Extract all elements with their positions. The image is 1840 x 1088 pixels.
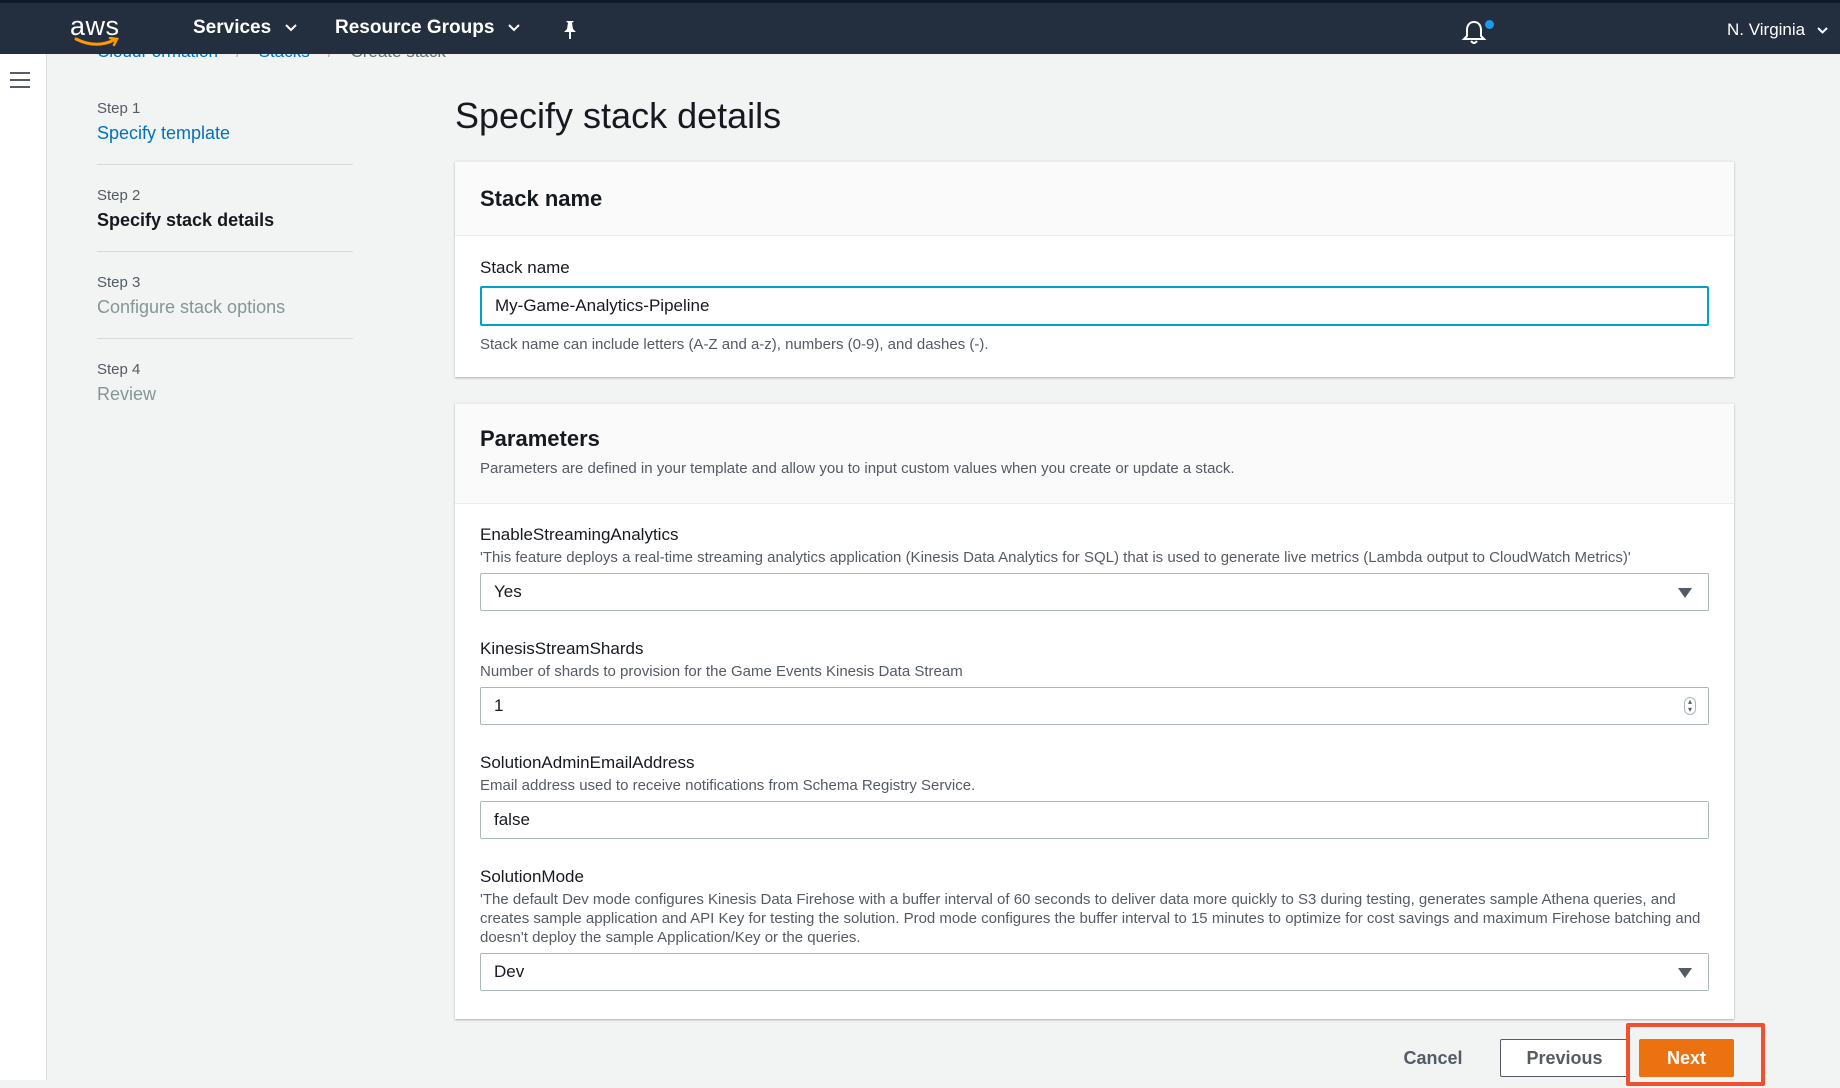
input-value: false (494, 810, 530, 829)
number-stepper[interactable]: ▴ ▾ (1684, 697, 1696, 715)
aws-logo[interactable]: aws (70, 11, 128, 49)
caret-down-icon (1678, 588, 1692, 598)
param-description: 'The default Dev mode configures Kinesis… (480, 891, 1701, 946)
region-label: N. Virginia (1727, 20, 1806, 39)
enable-streaming-analytics-select[interactable]: Yes (480, 573, 1709, 611)
stack-name-value: My-Game-Analytics-Pipeline (495, 296, 710, 315)
select-value: Dev (494, 962, 525, 981)
caret-down-icon (1678, 968, 1692, 978)
panel-subtitle: Parameters are defined in your template … (480, 460, 1235, 477)
chevron-down-icon (1817, 26, 1828, 34)
panel-title: Parameters (480, 426, 600, 451)
step-review: Review (97, 384, 157, 404)
solution-admin-email-input[interactable]: false (480, 801, 1709, 839)
aws-smile-icon (74, 37, 119, 47)
step-number: Step 1 (97, 100, 141, 117)
param-name: SolutionMode (480, 867, 584, 886)
page-title: Specify stack details (455, 95, 782, 136)
panel-title: Stack name (480, 186, 603, 211)
notifications-bell-icon[interactable] (1460, 18, 1488, 46)
cancel-button[interactable]: Cancel (1395, 1039, 1471, 1077)
param-description: Email address used to receive notificati… (480, 777, 976, 794)
stack-name-hint: Stack name can include letters (A-Z and … (480, 336, 989, 353)
step-number: Step 2 (97, 187, 141, 204)
pin-icon[interactable] (560, 19, 580, 41)
panel-header: Parameters Parameters are defined in you… (455, 404, 1734, 504)
side-navigation-rail (0, 54, 47, 1080)
stack-name-panel: Stack name Stack name My-Game-Analytics-… (455, 161, 1734, 377)
stack-name-label: Stack name (480, 258, 570, 277)
param-enable-streaming-analytics: EnableStreamingAnalytics 'This feature d… (480, 525, 1709, 611)
parameters-panel: Parameters Parameters are defined in you… (455, 403, 1734, 1019)
param-name: KinesisStreamShards (480, 639, 644, 658)
step-specify-template-link[interactable]: Specify template (97, 123, 353, 144)
step-configure-stack-options: Configure stack options (97, 297, 286, 317)
select-value: Yes (494, 582, 522, 601)
param-name: SolutionAdminEmailAddress (480, 753, 695, 772)
previous-button[interactable]: Previous (1500, 1039, 1629, 1077)
services-menu[interactable]: Services (193, 17, 297, 39)
wizard-step-2: Step 2 Specify stack details (97, 187, 353, 252)
param-solution-mode: SolutionMode 'The default Dev mode confi… (480, 867, 1709, 991)
step-number: Step 4 (97, 361, 141, 378)
notification-dot (1485, 20, 1494, 29)
solution-mode-select[interactable]: Dev (480, 953, 1709, 991)
stack-name-input[interactable]: My-Game-Analytics-Pipeline (480, 286, 1709, 326)
menu-icon[interactable] (10, 72, 30, 90)
param-kinesis-stream-shards: KinesisStreamShards Number of shards to … (480, 639, 1709, 725)
wizard-step-4: Step 4 Review (97, 361, 353, 425)
region-selector[interactable]: N. Virginia (1727, 20, 1828, 40)
wizard-steps: Step 1 Specify template Step 2 Specify s… (97, 100, 353, 447)
resource-groups-menu[interactable]: Resource Groups (335, 17, 521, 39)
chevron-down-icon (285, 24, 297, 32)
top-navigation-bar: aws Services Resource Groups N. Virginia (0, 0, 1840, 54)
param-name: EnableStreamingAnalytics (480, 525, 679, 544)
kinesis-stream-shards-input[interactable]: 1 ▴ ▾ (480, 687, 1709, 725)
step-number: Step 3 (97, 274, 141, 291)
param-description: Number of shards to provision for the Ga… (480, 663, 963, 680)
chevron-down-icon (508, 24, 521, 32)
wizard-step-1: Step 1 Specify template (97, 100, 353, 165)
param-description: 'This feature deploys a real-time stream… (480, 549, 1631, 566)
param-solution-admin-email: SolutionAdminEmailAddress Email address … (480, 753, 1709, 839)
services-label: Services (193, 17, 272, 38)
next-button[interactable]: Next (1639, 1039, 1734, 1077)
panel-header: Stack name (455, 162, 1734, 236)
step-specify-stack-details: Specify stack details (97, 210, 275, 230)
resource-groups-label: Resource Groups (335, 17, 495, 38)
input-value: 1 (494, 696, 504, 715)
wizard-step-3: Step 3 Configure stack options (97, 274, 353, 339)
